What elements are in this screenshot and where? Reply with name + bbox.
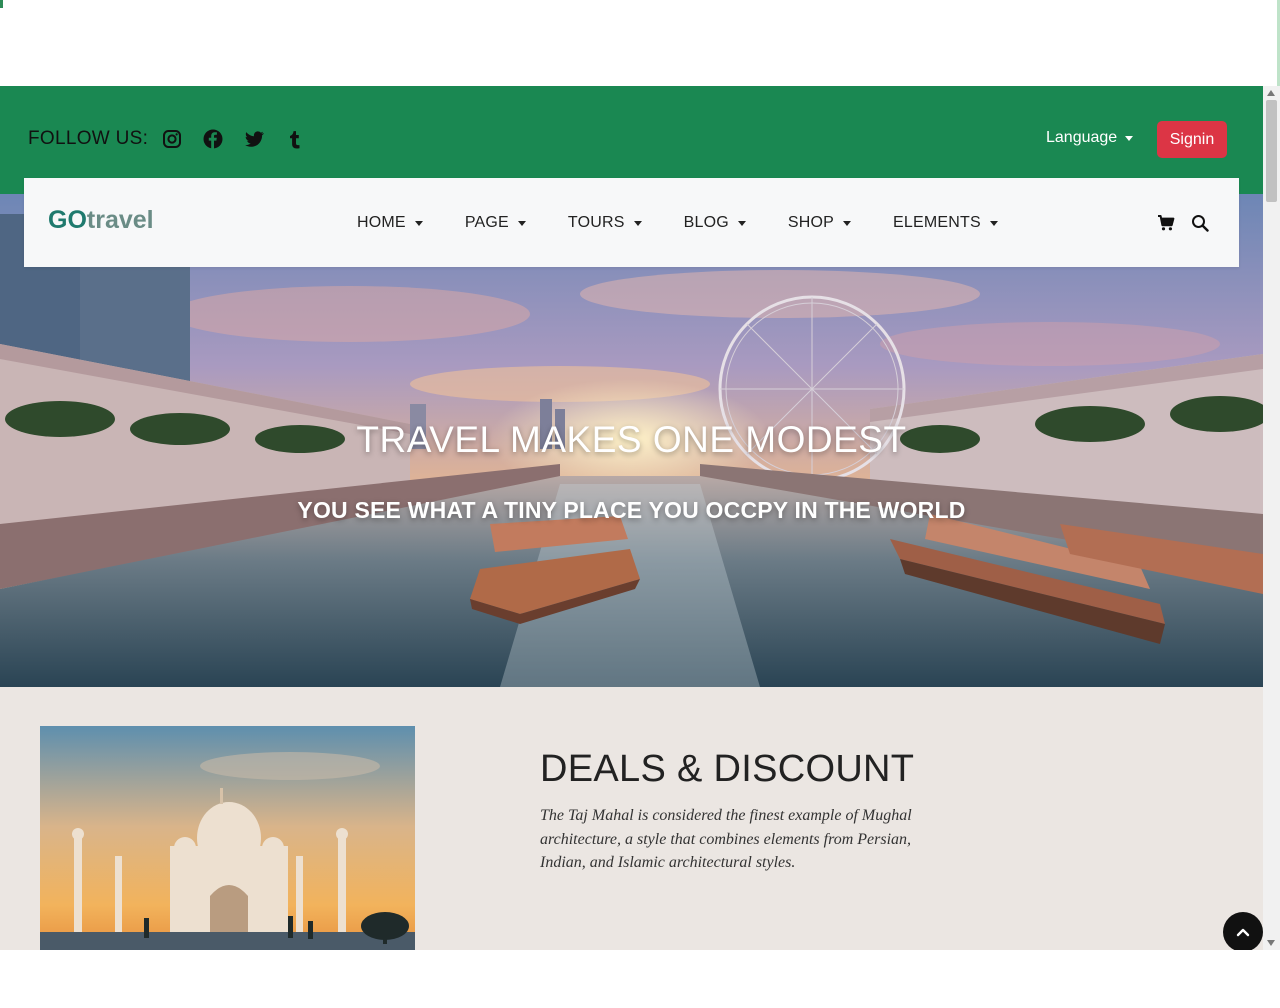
- scroll-down-arrow-icon[interactable]: [1267, 940, 1275, 946]
- menu-item-blog[interactable]: BLOG: [684, 214, 746, 232]
- chevron-up-icon: [1236, 928, 1250, 937]
- search-icon[interactable]: [1191, 214, 1209, 232]
- menu-item-shop[interactable]: SHOP: [787, 214, 852, 232]
- caret-down-icon: [633, 220, 642, 226]
- menu-item-elements[interactable]: ELEMENTS: [893, 214, 998, 232]
- follow-us: FOLLOW US:: [28, 128, 326, 150]
- tumblr-icon[interactable]: [285, 129, 305, 149]
- back-to-top-button[interactable]: [1223, 912, 1263, 952]
- caret-down-icon: [1125, 135, 1134, 141]
- caret-down-icon: [517, 220, 526, 226]
- caret-down-icon: [989, 220, 998, 226]
- twitter-icon[interactable]: [244, 129, 265, 149]
- caret-down-icon: [414, 220, 423, 226]
- logo-go: GO: [48, 206, 87, 234]
- menu-item-label: PAGE: [464, 214, 509, 231]
- instagram-icon[interactable]: [162, 129, 182, 149]
- menu-item-label: SHOP: [787, 214, 835, 231]
- menu-item-tours[interactable]: TOURS: [568, 214, 642, 232]
- cart-icon[interactable]: [1157, 214, 1175, 232]
- language-label: Language: [1046, 129, 1118, 146]
- nav-icons: [1157, 214, 1225, 232]
- hero-subtitle: YOU SEE WHAT A TINY PLACE YOU OCCPY IN T…: [297, 497, 966, 523]
- menu-item-page[interactable]: PAGE: [465, 214, 526, 232]
- main-navbar: GOtravel HOME PAGE TOURS BLOG SHOP ELEME…: [24, 178, 1239, 267]
- website-viewport: FOLLOW US: Language Signin TRAVEL MAKES …: [0, 86, 1263, 950]
- top-accent: [0, 0, 3, 8]
- hero-title: TRAVEL MAKES ONE MODEST: [356, 419, 907, 460]
- scroll-up-arrow-icon[interactable]: [1267, 90, 1275, 96]
- facebook-icon[interactable]: [203, 129, 223, 149]
- follow-us-label: FOLLOW US:: [28, 128, 149, 149]
- caret-down-icon: [843, 220, 852, 226]
- taj-mahal-image: [40, 726, 415, 950]
- scroll-thumb[interactable]: [1266, 100, 1277, 202]
- menu-item-label: TOURS: [567, 214, 625, 231]
- menu-item-label: BLOG: [683, 214, 729, 231]
- menu-item-label: ELEMENTS: [893, 214, 981, 231]
- bottom-blank-area: [0, 950, 1280, 1008]
- deals-description: The Taj Mahal is considered the finest e…: [540, 807, 912, 871]
- deals-title: DEALS & DISCOUNT: [540, 748, 915, 790]
- signin-button[interactable]: Signin: [1157, 121, 1227, 158]
- menu-item-label: HOME: [357, 214, 406, 231]
- browser-page: FOLLOW US: Language Signin TRAVEL MAKES …: [0, 0, 1280, 1008]
- page-scrollbar[interactable]: [1263, 86, 1280, 950]
- language-dropdown[interactable]: Language: [1046, 129, 1134, 147]
- site-logo[interactable]: GOtravel: [48, 206, 154, 235]
- top-blank-area: [0, 0, 1280, 86]
- logo-travel: travel: [86, 206, 154, 234]
- hero-banner: TRAVEL MAKES ONE MODEST YOU SEE WHAT A T…: [0, 194, 1263, 687]
- caret-down-icon: [737, 220, 746, 226]
- main-menu: HOME PAGE TOURS BLOG SHOP ELEMENTS: [357, 214, 1040, 232]
- menu-item-home[interactable]: HOME: [357, 214, 423, 232]
